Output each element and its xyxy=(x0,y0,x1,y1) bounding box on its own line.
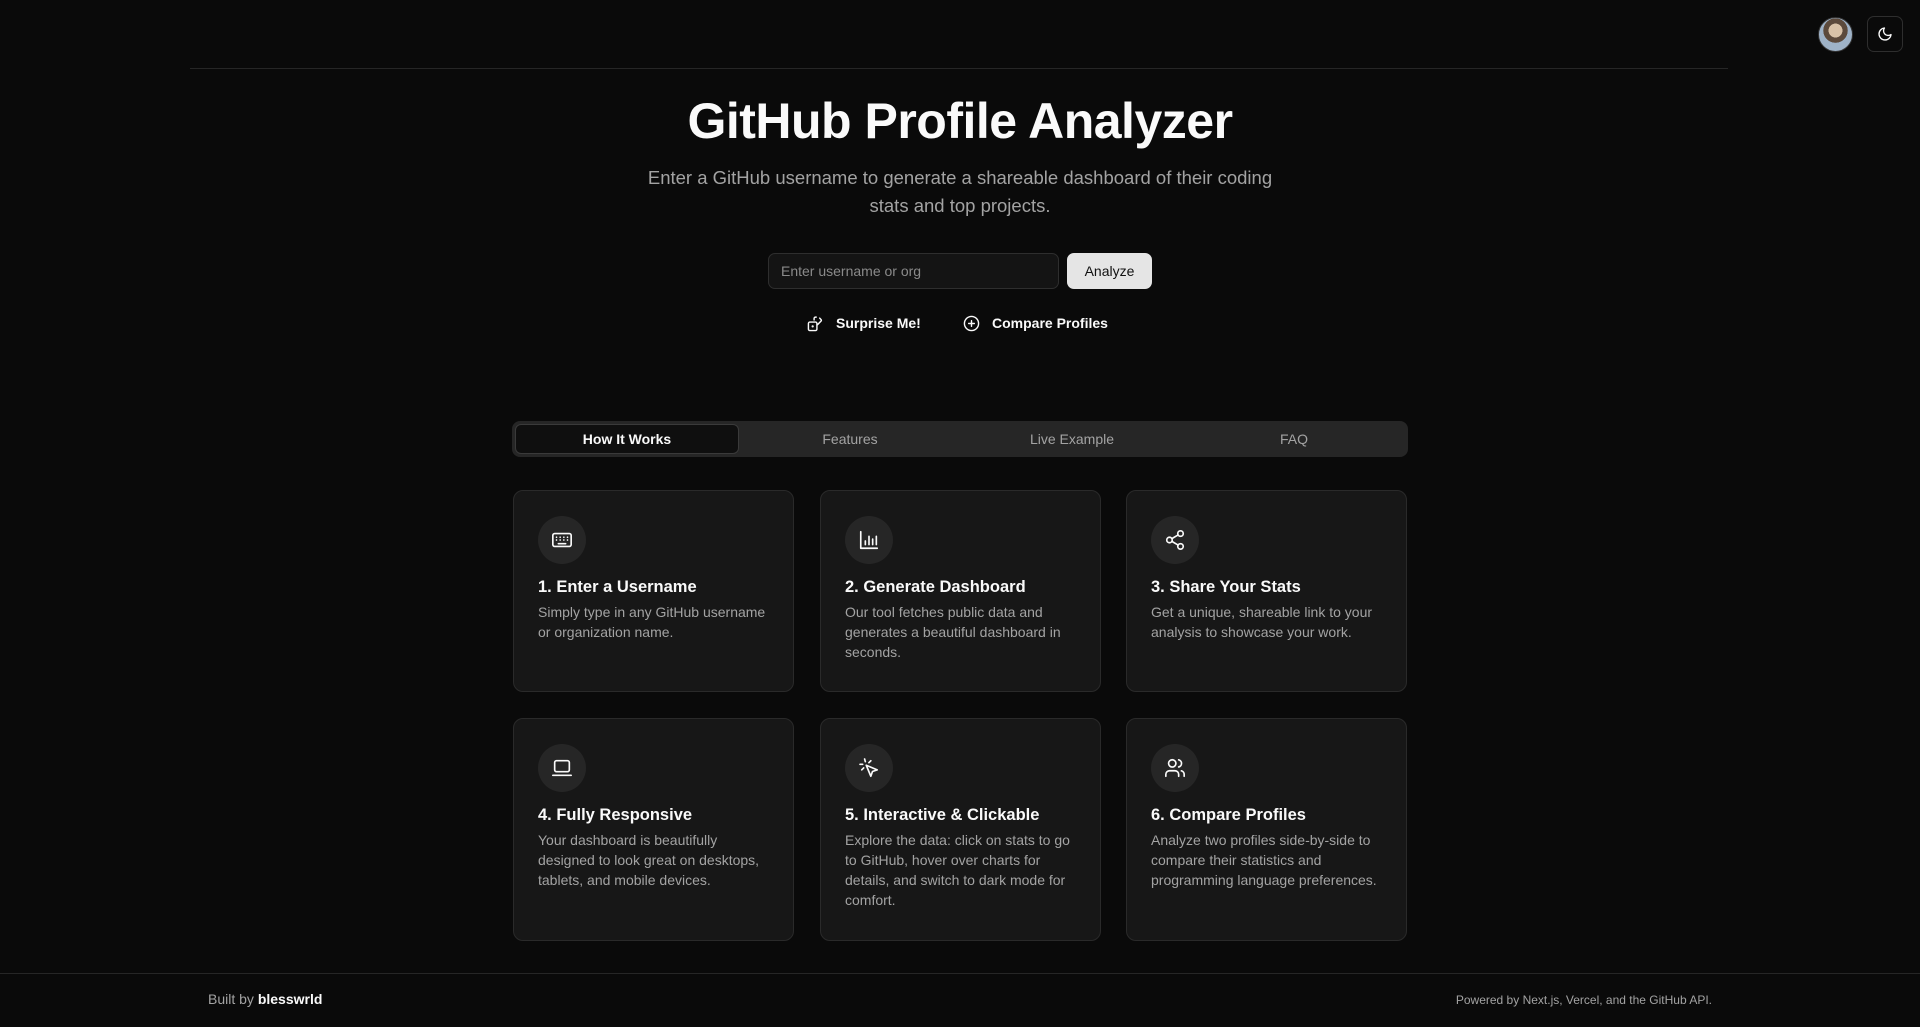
moon-icon xyxy=(1877,26,1893,42)
step-description: Get a unique, shareable link to your ana… xyxy=(1151,604,1373,640)
step-title: 6. Compare Profiles xyxy=(1151,806,1306,824)
step-title: 2. Generate Dashboard xyxy=(845,578,1026,596)
header-bar xyxy=(190,0,1903,69)
share-icon xyxy=(1151,516,1199,564)
step-card-3: 3. Share Your Stats Get a unique, sharea… xyxy=(1126,490,1407,692)
step-description: Explore the data: click on stats to go t… xyxy=(845,832,1070,908)
compare-profiles-button[interactable]: Compare Profiles xyxy=(963,311,1108,335)
user-avatar[interactable] xyxy=(1818,17,1853,52)
keyboard-icon xyxy=(538,516,586,564)
compare-profiles-label: Compare Profiles xyxy=(992,315,1108,331)
author-link[interactable]: blesswrld xyxy=(258,991,323,1007)
laptop-icon xyxy=(538,744,586,792)
step-card-4: 4. Fully Responsive Your dashboard is be… xyxy=(513,718,794,941)
page-subtitle: Enter a GitHub username to generate a sh… xyxy=(647,167,1273,216)
footer: Built by blesswrld Powered by Next.js, V… xyxy=(0,973,1920,1027)
pointer-click-icon xyxy=(845,744,893,792)
tab-live-example[interactable]: Live Example xyxy=(961,424,1183,454)
info-tabs: How It Works Features Live Example FAQ xyxy=(512,421,1408,457)
step-card-1: 1. Enter a Username Simply type in any G… xyxy=(513,490,794,692)
plus-circle-icon xyxy=(963,315,980,332)
bar-chart-icon xyxy=(845,516,893,564)
step-description: Your dashboard is beautifully designed t… xyxy=(538,832,760,888)
users-icon xyxy=(1151,744,1199,792)
step-card-2: 2. Generate Dashboard Our tool fetches p… xyxy=(820,490,1101,692)
step-description: Simply type in any GitHub username or or… xyxy=(538,604,766,640)
step-title: 5. Interactive & Clickable xyxy=(845,806,1040,824)
theme-toggle-button[interactable] xyxy=(1867,16,1903,52)
powered-by-text: Powered by Next.js, Vercel, and the GitH… xyxy=(1455,993,1712,1007)
step-title: 1. Enter a Username xyxy=(538,578,697,596)
tab-faq[interactable]: FAQ xyxy=(1183,424,1405,454)
step-title: 3. Share Your Stats xyxy=(1151,578,1301,596)
step-title: 4. Fully Responsive xyxy=(538,806,693,824)
analyze-button[interactable]: Analyze xyxy=(1067,253,1152,289)
built-by-credit: Built by blesswrld xyxy=(208,991,322,1007)
step-card-5: 5. Interactive & Clickable Explore the d… xyxy=(820,718,1101,941)
tab-how-it-works[interactable]: How It Works xyxy=(515,424,739,454)
surprise-me-label: Surprise Me! xyxy=(836,315,921,331)
username-search-input[interactable] xyxy=(768,253,1059,289)
step-description: Our tool fetches public data and generat… xyxy=(845,604,1061,660)
step-description: Analyze two profiles side-by-side to com… xyxy=(1151,832,1377,888)
step-card-6: 6. Compare Profiles Analyze two profiles… xyxy=(1126,718,1407,941)
dice-icon xyxy=(807,315,824,332)
page-title: GitHub Profile Analyzer xyxy=(687,93,1233,149)
tab-features[interactable]: Features xyxy=(739,424,961,454)
surprise-me-button[interactable]: Surprise Me! xyxy=(807,311,921,335)
built-by-prefix: Built by xyxy=(208,991,254,1007)
